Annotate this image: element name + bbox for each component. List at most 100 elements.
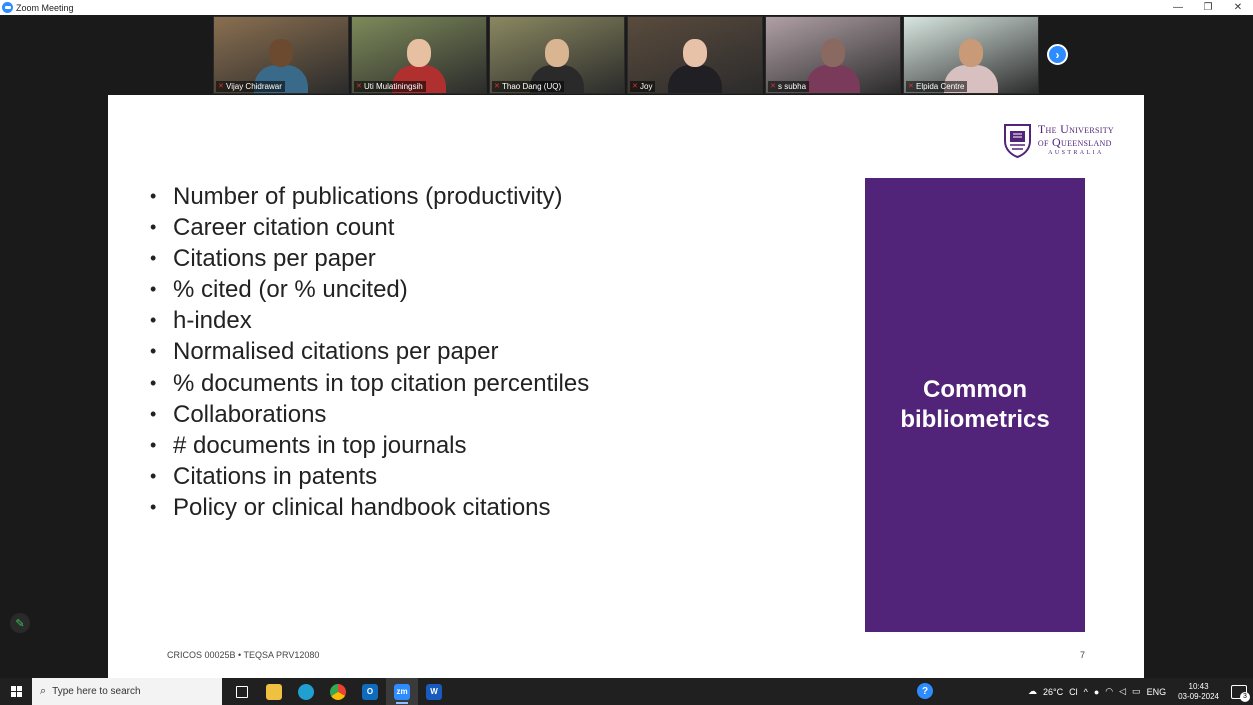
start-button[interactable]: [0, 678, 32, 705]
bullet-text: Normalised citations per paper: [173, 338, 499, 366]
muted-mic-icon: ✕: [218, 83, 224, 90]
bullet-text: % cited (or % uncited): [173, 276, 408, 304]
bullet-dot-icon: •: [150, 248, 157, 269]
bullet-item: • h-index: [148, 305, 589, 336]
restore-button[interactable]: ❐: [1193, 0, 1223, 15]
bullet-list: • Number of publications (productivity) • C…: [148, 181, 589, 523]
bullet-item: • Citations per paper: [148, 243, 589, 274]
participant-name: Thao Dang (UQ): [502, 82, 562, 91]
bullet-text: # documents in top journals: [173, 431, 467, 459]
folder-icon: [266, 683, 282, 700]
wifi-icon[interactable]: ◠: [1105, 686, 1113, 697]
search-icon: ⌕: [40, 685, 47, 697]
close-button[interactable]: ✕: [1223, 0, 1253, 15]
bullet-dot-icon: •: [150, 496, 157, 517]
bullet-text: Career citation count: [173, 214, 395, 242]
bullet-item: • Normalised citations per paper: [148, 336, 589, 367]
weather-temp[interactable]: 26°C: [1043, 687, 1063, 697]
bullet-text: Collaborations: [173, 400, 327, 428]
word-icon: W: [426, 683, 442, 700]
uq-logo-line2: of Queensland: [1037, 135, 1112, 149]
chevron-up-icon[interactable]: ^: [1084, 687, 1088, 697]
participant-name-label: ✕ Vijay Chidrawar: [216, 81, 285, 92]
box-caption-line1: Common: [923, 376, 1027, 403]
bullet-dot-icon: •: [150, 403, 157, 424]
weather-condition: Cl: [1069, 686, 1078, 697]
bullet-item: • Number of publications (productivity): [148, 181, 589, 212]
meeting-area: ✕ Vijay Chidrawar ✕ Uti Mulatiningsih ✕ Thao …: [0, 15, 1253, 678]
clock-date: 03-09-2024: [1178, 691, 1219, 701]
window-controls: — ❐ ✕: [1163, 0, 1253, 15]
notification-icon[interactable]: 3: [1231, 684, 1250, 702]
bullet-text: Citations in patents: [173, 462, 378, 490]
participant-name: Joy: [640, 82, 653, 91]
file-explorer-button[interactable]: [258, 678, 290, 705]
zoom-button[interactable]: zm: [386, 678, 418, 705]
participant-tile[interactable]: ✕ Thao Dang (UQ): [489, 16, 625, 94]
participant-name: Vijay Chidrawar: [226, 82, 282, 91]
slide-footer: CRICOS 00025B • TEQSA PRV12080: [167, 650, 320, 660]
display-icon[interactable]: ▭: [1132, 686, 1141, 697]
participant-tile[interactable]: ✕ s subha: [765, 16, 901, 94]
edge-button[interactable]: [290, 678, 322, 705]
slide-page-number: 7: [1080, 650, 1086, 660]
bullet-text: Policy or clinical handbook citations: [173, 493, 551, 521]
outlook-button[interactable]: O: [354, 678, 386, 705]
bullet-item: • Collaborations: [148, 399, 589, 430]
participant-tile[interactable]: ✕ Joy: [627, 16, 763, 94]
windows-logo-icon: [10, 686, 22, 697]
participant-name-label: ✕ s subha: [768, 81, 810, 92]
muted-mic-icon: ✕: [908, 83, 914, 90]
shared-slide: The University of Queensland AUSTRALIA •…: [108, 95, 1144, 678]
minimize-button[interactable]: —: [1163, 0, 1193, 15]
participant-name: Elpida Centre: [916, 82, 965, 91]
language-indicator[interactable]: ENG: [1147, 687, 1167, 697]
next-page-button[interactable]: ›: [1047, 44, 1068, 65]
clock[interactable]: 10:43 03-09-2024: [1178, 682, 1219, 702]
bullet-text: h-index: [173, 307, 252, 335]
cloud-icon: ☁: [1027, 686, 1037, 696]
notification-count: 3: [1240, 691, 1250, 702]
bullet-item: • Career citation count: [148, 212, 589, 243]
muted-mic-icon: ✕: [356, 83, 362, 90]
help-icon[interactable]: ?: [917, 683, 933, 699]
bullet-item: • Policy or clinical handbook citations: [148, 492, 589, 523]
chrome-button[interactable]: [322, 678, 354, 705]
task-view-button[interactable]: [226, 678, 258, 705]
participant-tile[interactable]: ✕ Elpida Centre: [903, 16, 1039, 94]
participant-tile[interactable]: ✕ Uti Mulatiningsih: [351, 16, 487, 94]
participant-name-label: ✕ Thao Dang (UQ): [492, 81, 565, 92]
chevron-right-icon: ›: [1055, 47, 1060, 62]
video-strip: ✕ Vijay Chidrawar ✕ Uti Mulatiningsih ✕ Thao …: [213, 16, 1039, 94]
annotate-pencil-icon[interactable]: ✎: [10, 613, 30, 633]
edge-icon: [298, 683, 314, 700]
bullet-dot-icon: •: [150, 434, 157, 455]
participant-name-label: ✕ Uti Mulatiningsih: [354, 81, 426, 92]
participant-tile[interactable]: ✕ Vijay Chidrawar: [213, 16, 349, 94]
muted-mic-icon: ✕: [632, 83, 638, 90]
outlook-icon: O: [362, 683, 378, 700]
word-button[interactable]: W: [418, 678, 450, 705]
bullet-dot-icon: •: [150, 372, 157, 393]
participant-name: s subha: [778, 82, 807, 91]
uq-logo-line3: AUSTRALIA: [1048, 150, 1104, 156]
bullet-dot-icon: •: [150, 217, 157, 238]
task-view-icon: [236, 685, 248, 698]
bullet-item: • # documents in top journals: [148, 430, 589, 461]
bullet-item: • Citations in patents: [148, 461, 589, 492]
bullet-text: Citations per paper: [173, 245, 376, 273]
microphone-icon[interactable]: ●: [1094, 687, 1099, 697]
volume-icon[interactable]: ◁: [1119, 686, 1126, 697]
search-placeholder: Type here to search: [52, 686, 141, 697]
system-tray: ☁ 26°C Cl ^ ● ◠ ◁ ▭ ENG 10:43 03-09-2024…: [1028, 678, 1253, 705]
window-title: Zoom Meeting: [16, 2, 74, 13]
muted-mic-icon: ✕: [770, 83, 776, 90]
bullet-dot-icon: •: [150, 279, 157, 300]
bullet-item: • % cited (or % uncited): [148, 274, 589, 305]
box-caption-line2: bibliometrics: [900, 406, 1050, 433]
participant-name: Uti Mulatiningsih: [364, 82, 423, 91]
taskbar-search[interactable]: ⌕ Type here to search: [32, 678, 222, 705]
bullet-dot-icon: •: [150, 186, 157, 206]
taskbar-apps: O zm W: [226, 678, 450, 705]
uq-crest-icon: [1003, 124, 1031, 158]
